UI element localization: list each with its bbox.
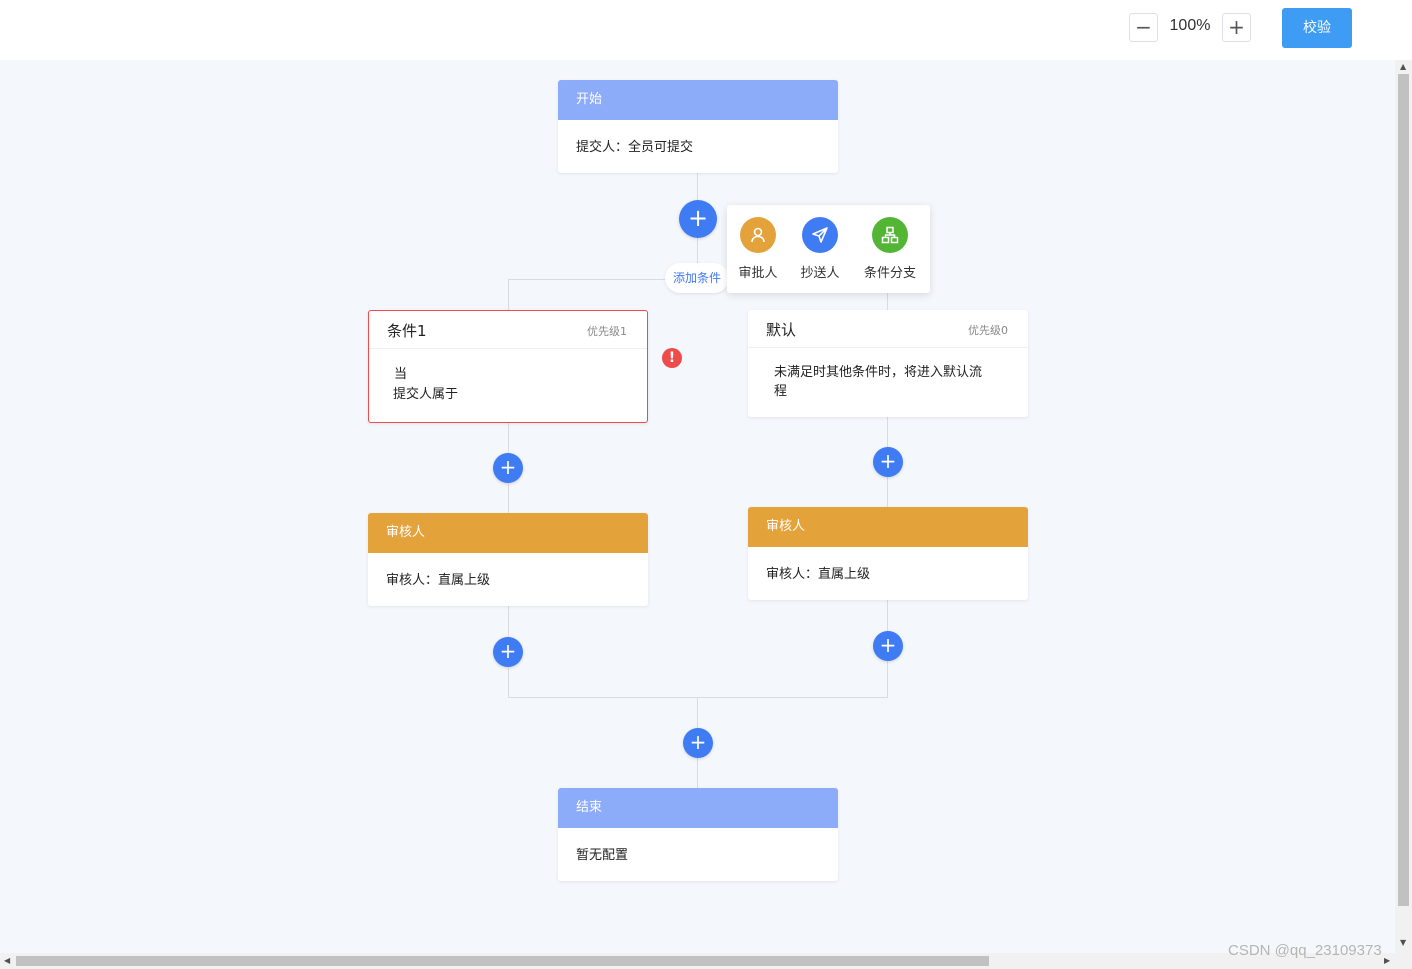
scroll-up-icon[interactable]: ▲ (1400, 62, 1406, 71)
condition-priority: 优先级0 (968, 324, 1008, 337)
add-node-button[interactable]: + (683, 728, 713, 758)
error-icon: ! (662, 348, 682, 368)
menu-item-label: 审批人 (738, 266, 778, 281)
end-node-content: 暂无配置 (576, 848, 629, 863)
condition-node-1[interactable]: 条件1 优先级1 当 提交人属于 (368, 310, 648, 423)
reviewer-node[interactable]: 审核人 审核人：直属上级 (748, 507, 1028, 600)
menu-item-cc[interactable]: 抄送人 (790, 217, 850, 281)
horizontal-scroll-thumb[interactable] (16, 956, 989, 966)
condition-line: 当 (394, 367, 408, 382)
user-icon (740, 217, 776, 253)
condition-title: 默认 (766, 321, 797, 339)
add-node-button[interactable]: + (493, 637, 523, 667)
verify-button[interactable]: 校验 (1282, 8, 1352, 48)
zoom-in-button[interactable]: + (1222, 13, 1251, 42)
flow-canvas: 开始 提交人：全员可提交 + 添加条件 审批人 抄送人 条件分支 条件1 优先级… (0, 60, 1395, 953)
add-condition-button[interactable]: 添加条件 (665, 263, 729, 293)
add-node-menu: 审批人 抄送人 条件分支 (727, 205, 930, 293)
condition-content: 当 提交人属于 (369, 349, 647, 421)
add-node-button[interactable]: + (873, 447, 903, 477)
reviewer-content: 审核人：直属上级 (766, 567, 871, 582)
menu-item-label: 抄送人 (800, 266, 840, 281)
vertical-scrollbar[interactable]: ▲ ▼ (1395, 60, 1412, 953)
add-node-button[interactable]: + (493, 453, 523, 483)
add-node-button[interactable]: + (679, 200, 717, 238)
zoom-out-button[interactable]: − (1129, 13, 1158, 42)
vertical-scroll-thumb[interactable] (1398, 74, 1409, 906)
zoom-level: 100% (1169, 17, 1211, 34)
reviewer-title: 审核人 (368, 513, 648, 553)
condition-line: 程 (774, 384, 788, 399)
menu-item-condition-branch[interactable]: 条件分支 (860, 217, 920, 281)
condition-priority: 优先级1 (587, 325, 627, 338)
start-node-content: 提交人：全员可提交 (576, 140, 694, 155)
connector-line (508, 697, 888, 698)
scroll-right-icon[interactable]: ▶ (1384, 956, 1390, 965)
end-node[interactable]: 结束 暂无配置 (558, 788, 838, 881)
reviewer-title: 审核人 (748, 507, 1028, 547)
condition-line: 提交人属于 (393, 387, 459, 402)
condition-line: 未满足时其他条件时，将进入默认流 (774, 365, 983, 380)
menu-item-approver[interactable]: 审批人 (728, 217, 788, 281)
start-node[interactable]: 开始 提交人：全员可提交 (558, 80, 838, 173)
send-icon (802, 217, 838, 253)
scroll-left-icon[interactable]: ◀ (4, 956, 10, 965)
toolbar: − 100% + 校验 (0, 0, 1412, 60)
watermark: CSDN @qq_23109373 (1228, 942, 1382, 959)
end-node-title: 结束 (558, 788, 838, 828)
condition-header: 条件1 优先级1 (369, 311, 647, 349)
reviewer-node[interactable]: 审核人 审核人：直属上级 (368, 513, 648, 606)
horizontal-scrollbar[interactable]: ◀ ▶ (0, 953, 1412, 969)
condition-content: 未满足时其他条件时，将进入默认流 程 (748, 348, 1028, 416)
reviewer-content: 审核人：直属上级 (386, 573, 491, 588)
condition-title: 条件1 (387, 322, 427, 340)
menu-item-label: 条件分支 (863, 266, 916, 281)
add-node-button[interactable]: + (873, 631, 903, 661)
scroll-down-icon[interactable]: ▼ (1400, 938, 1406, 947)
condition-header: 默认 优先级0 (748, 310, 1028, 348)
branch-icon (872, 217, 908, 253)
condition-node-default[interactable]: 默认 优先级0 未满足时其他条件时，将进入默认流 程 (748, 310, 1028, 417)
start-node-title: 开始 (558, 80, 838, 120)
